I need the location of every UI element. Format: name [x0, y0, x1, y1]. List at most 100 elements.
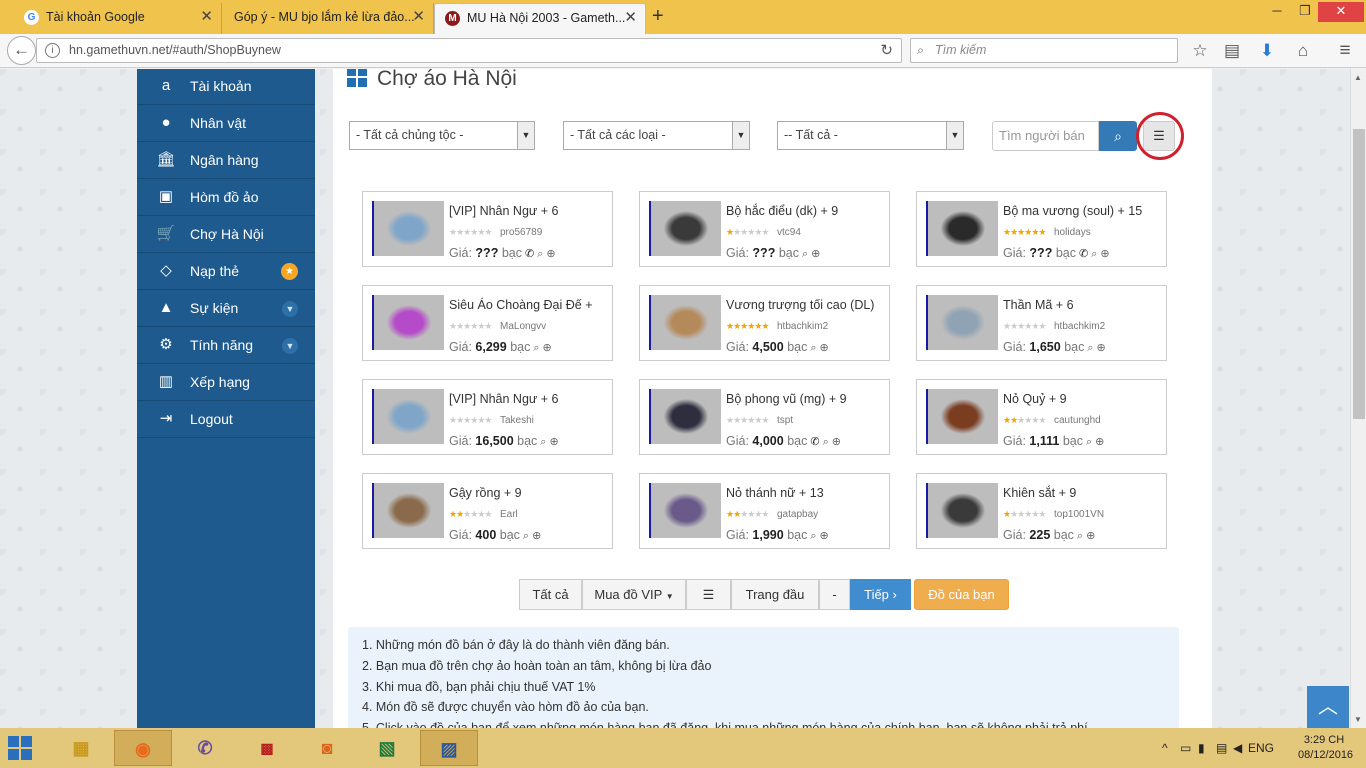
sidebar-item-features[interactable]: ⚙ Tính năng ▼ — [137, 328, 315, 364]
action-center-icon[interactable]: ▭ — [1180, 728, 1191, 768]
back-to-top-button[interactable]: ︿ — [1307, 686, 1349, 728]
item-name[interactable]: Nỏ thánh nữ + 13 — [726, 486, 824, 500]
browser-search-input[interactable]: ⌕ Tìm kiếm — [910, 38, 1178, 63]
close-tab-icon[interactable]: ✕ — [412, 3, 425, 31]
item-name[interactable]: Vương trượng tối cao (DL) — [726, 298, 874, 312]
zoom-in-icon[interactable]: ⊕ — [532, 530, 541, 542]
firefox-icon[interactable]: ◉ — [114, 730, 172, 766]
type-select[interactable]: - Tất cả các loại - ▼ — [563, 121, 750, 150]
item-thumbnail[interactable] — [926, 483, 998, 538]
search-icon[interactable]: ⌕ — [1087, 342, 1093, 354]
item-card[interactable]: [VIP] Nhân Ngư + 6 ★★★★★★ pro56789 Giá: ???… — [362, 191, 613, 267]
url-bar[interactable]: i hn.gamethuvn.net/#auth/ShopBuynew ↻ — [36, 38, 902, 63]
item-name[interactable]: Bộ hắc điểu (dk) + 9 — [726, 204, 838, 218]
all-button[interactable]: Tất cả — [519, 579, 582, 610]
close-tab-icon[interactable]: ✕ — [624, 4, 637, 32]
list-toggle-button[interactable]: ☰ — [686, 579, 731, 610]
info-icon[interactable]: i — [45, 43, 60, 58]
item-thumbnail[interactable] — [926, 295, 998, 350]
item-card[interactable]: Bộ ma vương (soul) + 15 ★★★★★★ holidays Giá… — [916, 191, 1167, 267]
vip-dropdown-button[interactable]: Mua đồ VIP ▼ — [582, 579, 686, 610]
zoom-in-icon[interactable]: ⊕ — [832, 436, 841, 448]
new-tab-icon[interactable]: + — [652, 5, 664, 28]
tab-feedback[interactable]: Góp ý - MU bjo lắm kẻ lừa đảo... ✕ — [222, 3, 434, 34]
item-card[interactable]: Gậy rồng + 9 ★★★★★★ Earl Giá: 400 bạc ⌕ ⊕ — [362, 473, 613, 549]
scroll-down-icon[interactable]: ▼ — [1354, 715, 1362, 724]
sidebar-item-logout[interactable]: ⇥ Logout — [137, 402, 315, 438]
power-icon[interactable]: ▮ — [1198, 728, 1205, 768]
zoom-in-icon[interactable]: ⊕ — [811, 248, 820, 260]
minimize-icon[interactable]: ─ — [1262, 2, 1292, 22]
item-name[interactable]: Siêu Áo Choàng Đại Đế + — [449, 298, 593, 312]
zoom-in-icon[interactable]: ⊕ — [820, 342, 829, 354]
item-thumbnail[interactable] — [649, 295, 721, 350]
phone-icon[interactable]: ✆ — [1079, 248, 1088, 260]
sidebar-item-bank[interactable]: 🏛 Ngân hàng — [137, 143, 315, 179]
reading-list-icon[interactable]: ▤ — [1221, 40, 1243, 62]
zoom-in-icon[interactable]: ⊕ — [1097, 342, 1106, 354]
seller-search-input[interactable]: Tìm người bán — [992, 121, 1099, 151]
item-name[interactable]: Gậy rồng + 9 — [449, 486, 522, 500]
search-icon[interactable]: ⌕ — [1077, 530, 1083, 542]
item-name[interactable]: [VIP] Nhân Ngư + 6 — [449, 204, 558, 218]
my-items-button[interactable]: Đồ của bạn — [914, 579, 1009, 610]
volume-icon[interactable]: ◀ — [1233, 728, 1242, 768]
next-button[interactable]: Tiếp › — [850, 579, 911, 610]
viber-icon[interactable]: ✆ — [176, 730, 234, 766]
search-icon[interactable]: ⌕ — [523, 530, 529, 542]
sidebar-item-character[interactable]: ● Nhân vật — [137, 106, 315, 142]
level-select[interactable]: -- Tất cả - ▼ — [777, 121, 964, 150]
race-select[interactable]: - Tất cả chủng tộc - ▼ — [349, 121, 535, 150]
item-card[interactable]: Bộ hắc điểu (dk) + 9 ★★★★★★ vtc94 Giá: ??? … — [639, 191, 890, 267]
sidebar-item-events[interactable]: ▲ Sự kiện ▼ — [137, 291, 315, 327]
zoom-in-icon[interactable]: ⊕ — [546, 248, 555, 260]
home-icon[interactable]: ⌂ — [1292, 40, 1314, 62]
search-icon[interactable]: ⌕ — [810, 342, 816, 354]
reload-icon[interactable]: ↻ — [880, 39, 893, 62]
prev-button[interactable]: - — [819, 579, 850, 610]
item-card[interactable]: Nỏ Quỷ + 9 ★★★★★★ cautunghd Giá: 1,111 bạc ⌕… — [916, 379, 1167, 455]
search-icon[interactable]: ⌕ — [802, 248, 808, 260]
file-explorer-icon[interactable]: ▦ — [52, 730, 110, 766]
chevron-down-icon[interactable]: ▼ — [282, 301, 298, 317]
item-name[interactable]: Bộ ma vương (soul) + 15 — [1003, 204, 1142, 218]
search-icon[interactable]: ⌕ — [540, 436, 546, 448]
item-name[interactable]: Bộ phong vũ (mg) + 9 — [726, 392, 847, 406]
search-icon[interactable]: ⌕ — [537, 248, 543, 260]
item-thumbnail[interactable] — [926, 389, 998, 444]
item-card[interactable]: Nỏ thánh nữ + 13 ★★★★★★ gatapbay Giá: 1,990… — [639, 473, 890, 549]
item-thumbnail[interactable] — [372, 483, 444, 538]
zoom-in-icon[interactable]: ⊕ — [1100, 248, 1109, 260]
item-name[interactable]: Nỏ Quỷ + 9 — [1003, 392, 1067, 406]
show-hidden-icons-icon[interactable]: ^ — [1162, 728, 1168, 768]
search-icon[interactable]: ⌕ — [1091, 248, 1097, 260]
download-icon[interactable]: ⬇ — [1256, 40, 1278, 62]
item-card[interactable]: [VIP] Nhân Ngư + 6 ★★★★★★ Takeshi Giá: 16,5… — [362, 379, 613, 455]
phone-icon[interactable]: ✆ — [810, 436, 819, 448]
zoom-in-icon[interactable]: ⊕ — [1095, 436, 1104, 448]
first-page-button[interactable]: Trang đầu — [731, 579, 819, 610]
search-icon[interactable]: ⌕ — [533, 342, 539, 354]
scroll-up-icon[interactable]: ▲ — [1354, 73, 1362, 82]
close-tab-icon[interactable]: ✕ — [200, 3, 213, 31]
zoom-in-icon[interactable]: ⊕ — [1086, 530, 1095, 542]
bookmark-star-icon[interactable]: ☆ — [1189, 40, 1211, 62]
excel-icon[interactable]: ▧ — [358, 730, 416, 766]
tab-mu-hanoi[interactable]: M MU Hà Nội 2003 - Gameth... ✕ — [434, 3, 646, 34]
tab-google-account[interactable]: G Tài khoản Google ✕ — [14, 3, 222, 34]
search-icon[interactable]: ⌕ — [1086, 436, 1092, 448]
sidebar-item-topup[interactable]: ◇ Nạp thẻ ★ — [137, 254, 315, 290]
item-thumbnail[interactable] — [372, 389, 444, 444]
word-icon[interactable]: ▨ — [420, 730, 478, 766]
zoom-in-icon[interactable]: ⊕ — [820, 530, 829, 542]
item-thumbnail[interactable] — [926, 201, 998, 256]
unikey-icon[interactable]: ▩ — [238, 730, 296, 766]
page-scrollbar[interactable]: ▲ ▼ — [1350, 69, 1366, 728]
sidebar-item-account[interactable]: a Tài khoản — [137, 69, 315, 105]
network-icon[interactable]: ▤ — [1216, 728, 1227, 768]
search-button[interactable]: ⌕ — [1099, 121, 1137, 151]
item-thumbnail[interactable] — [649, 389, 721, 444]
item-card[interactable]: Siêu Áo Choàng Đại Đế + ★★★★★★ MaLongvv Giá… — [362, 285, 613, 361]
zoom-in-icon[interactable]: ⊕ — [543, 342, 552, 354]
sidebar-item-ranking[interactable]: ▥ Xếp hạng — [137, 365, 315, 401]
